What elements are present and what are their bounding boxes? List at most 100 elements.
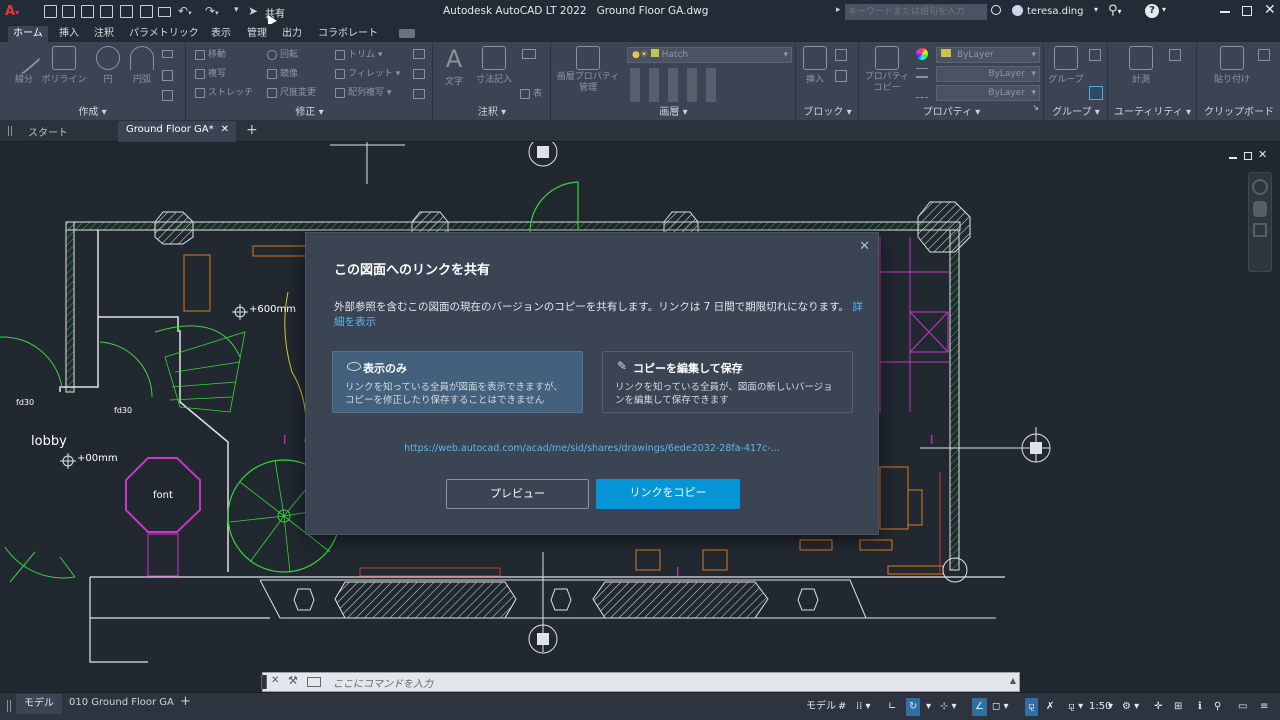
annotation-panel-title[interactable]: 注釈	[478, 107, 498, 118]
lineweight-icon[interactable]	[916, 68, 928, 78]
modify-panel-title[interactable]: 修正	[295, 107, 315, 118]
user-icon[interactable]	[1012, 5, 1023, 16]
cloud-save-icon[interactable]	[140, 5, 153, 18]
viewport-restore-icon[interactable]	[1244, 152, 1252, 160]
edit-copy-option[interactable]: ✎ コピーを編集して保存 リンクを知っている全員が、図面の新しいバージョンを編集…	[602, 351, 853, 413]
tab-view[interactable]: 表示	[206, 26, 236, 42]
search-input[interactable]	[845, 4, 987, 20]
new-icon[interactable]	[44, 5, 57, 18]
user-dropdown-icon[interactable]: ▾	[1094, 5, 1098, 14]
leader-icon[interactable]	[522, 49, 536, 59]
annotation-visibility-icon[interactable]: ⚼	[1025, 698, 1038, 716]
rotate-button[interactable]: 回転	[267, 47, 298, 63]
draw-panel-title[interactable]: 作成	[78, 107, 98, 118]
grid-icon[interactable]: #	[838, 698, 846, 716]
linetype-icon[interactable]	[916, 88, 928, 98]
navigation-bar[interactable]	[1248, 172, 1272, 272]
scale-button[interactable]: 尺度変更	[267, 85, 316, 101]
maximize-icon[interactable]	[1242, 6, 1252, 16]
insert-block-button[interactable]: 挿入	[799, 46, 831, 92]
erase-icon[interactable]	[413, 49, 425, 59]
array-button[interactable]: 配列複写 ▾	[335, 85, 391, 101]
help-dropdown-icon[interactable]: ▾	[1162, 5, 1166, 14]
edit-block-icon[interactable]	[835, 70, 847, 82]
tab-output[interactable]: 出力	[277, 26, 307, 42]
group-select-icon[interactable]	[1089, 86, 1103, 100]
fillet-button[interactable]: フィレット ▾	[335, 66, 400, 82]
saveas-icon[interactable]	[100, 5, 113, 18]
command-line[interactable]: ✕ ⚒ ここにコマンドを入力 ▲	[261, 672, 1020, 692]
polar-dropdown-icon[interactable]: ▾	[926, 698, 931, 716]
save-icon[interactable]	[81, 5, 94, 18]
command-customize-icon[interactable]: ⚒	[288, 674, 298, 687]
scale-dropdown-icon[interactable]: ▾	[1108, 698, 1113, 716]
trim-button[interactable]: トリム ▾	[335, 47, 382, 63]
search-icon[interactable]	[991, 5, 1001, 15]
isodraft-icon[interactable]: ⊹ ▾	[940, 698, 957, 716]
dialog-close-icon[interactable]: ✕	[859, 239, 870, 254]
command-history-icon[interactable]: ▲	[1010, 676, 1016, 685]
units-icon[interactable]: ⊞	[1174, 698, 1182, 716]
object-snap-tracking-icon[interactable]: ∠	[972, 698, 987, 716]
paste-button[interactable]: 貼り付け	[1212, 46, 1252, 92]
start-tab[interactable]: スタート	[28, 124, 68, 139]
tab-menu-icon[interactable]	[8, 126, 12, 136]
polar-icon[interactable]: ↻	[906, 698, 921, 716]
model-space-toggle[interactable]: モデル	[806, 698, 836, 716]
copy-button[interactable]: 複写	[195, 66, 226, 82]
user-name[interactable]: teresa.ding	[1027, 6, 1083, 17]
layer-tools-icon[interactable]	[630, 68, 720, 102]
copy-link-button[interactable]: リンクをコピー	[596, 479, 740, 509]
annotation-monitor-icon[interactable]: ✛	[1154, 698, 1162, 716]
hatch-icon[interactable]	[162, 70, 173, 81]
minimize-icon[interactable]	[1220, 11, 1230, 13]
viewport-close-icon[interactable]: ✕	[1258, 148, 1267, 161]
lock-ui-icon[interactable]: ⚲	[1214, 698, 1221, 716]
dimension-button[interactable]: 寸法記入	[472, 46, 516, 92]
plot-icon[interactable]	[158, 7, 171, 17]
customize-dropdown-icon[interactable]: ▾	[234, 5, 239, 15]
polyline-button[interactable]: ポリライン	[40, 46, 88, 92]
line-button[interactable]: 線分	[6, 41, 42, 92]
properties-panel-title[interactable]: プロパティ	[923, 107, 972, 118]
circle-button[interactable]: 円	[90, 46, 126, 92]
pan-icon[interactable]	[1253, 201, 1267, 217]
tab-parametric[interactable]: パラメトリック	[124, 26, 204, 42]
object-snap-icon[interactable]: ◻ ▾	[992, 698, 1009, 716]
offset-icon[interactable]	[413, 89, 425, 99]
arc-button[interactable]: 円弧	[124, 46, 160, 92]
measure-button[interactable]: 計測	[1119, 46, 1163, 92]
close-window-icon[interactable]: ✕	[1264, 2, 1276, 18]
tab-annotate[interactable]: 注釈	[89, 26, 119, 42]
mirror-button[interactable]: 鏡像	[267, 66, 298, 82]
linetype-dropdown[interactable]: ByLayer ▾	[936, 85, 1040, 101]
tab-collaborate[interactable]: コラボレート	[313, 26, 383, 42]
search-expand-icon[interactable]: ▸	[836, 5, 841, 15]
layout-tab[interactable]: 010 Ground Floor GA	[69, 697, 174, 708]
move-button[interactable]: 移動	[195, 47, 226, 63]
groups-panel-title[interactable]: グループ	[1052, 107, 1091, 118]
tab-insert[interactable]: 挿入	[54, 26, 84, 42]
snap-icon[interactable]: ⁞⁞ ▾	[856, 698, 871, 716]
close-tab-icon[interactable]: ✕	[221, 124, 229, 135]
explode-icon[interactable]	[413, 69, 425, 79]
ribbon-toggle-icon[interactable]	[399, 29, 415, 38]
viewport-minimize-icon[interactable]	[1229, 157, 1237, 159]
boundary-icon[interactable]	[162, 90, 173, 101]
annotation-scale-icon[interactable]: ⚼ ▾	[1068, 698, 1083, 716]
copy-clip-icon[interactable]	[1258, 49, 1270, 61]
open-icon[interactable]	[62, 5, 75, 18]
color-wheel-icon[interactable]	[916, 48, 928, 60]
new-tab-icon[interactable]: +	[246, 122, 258, 138]
help-icon[interactable]: ?	[1145, 4, 1159, 18]
color-dropdown[interactable]: ByLayer ▾	[936, 47, 1040, 63]
group-button[interactable]: グループ	[1047, 46, 1085, 92]
calculator-icon[interactable]	[1169, 49, 1181, 61]
utilities-panel-title[interactable]: ユーティリティ	[1114, 107, 1183, 118]
layers-panel-title[interactable]: 画層	[659, 107, 679, 118]
redo-icon[interactable]: ↷▾	[205, 4, 219, 18]
preview-button[interactable]: プレビュー	[446, 479, 589, 509]
table-button[interactable]: 表	[520, 86, 542, 102]
layout-menu-icon[interactable]	[7, 700, 11, 712]
app-logo-icon[interactable]: A▾	[5, 4, 19, 19]
